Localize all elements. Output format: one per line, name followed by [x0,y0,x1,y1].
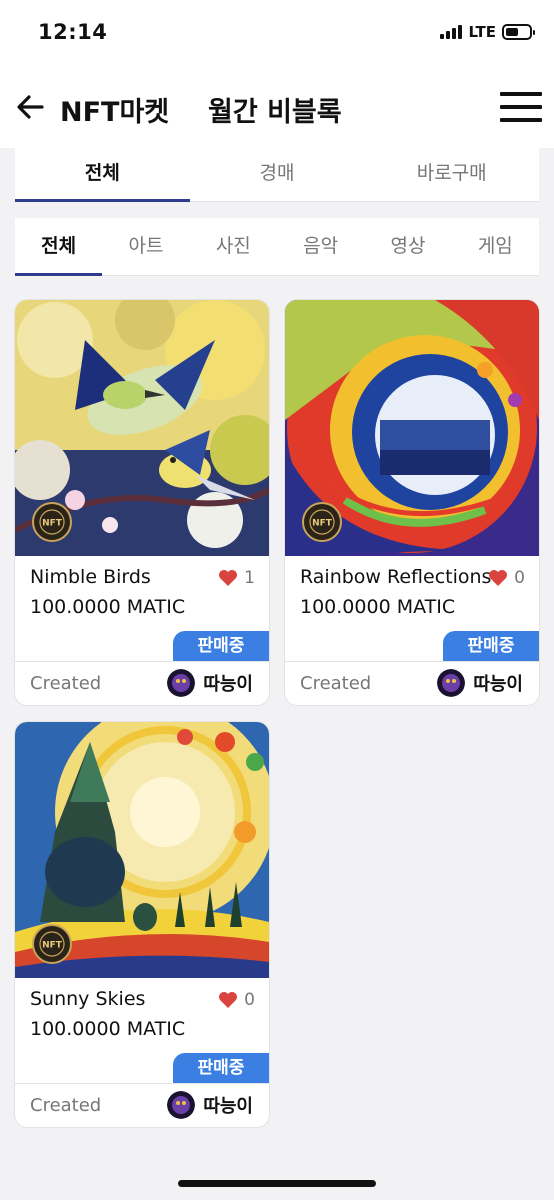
card-footer: Created 따능이 [15,1083,269,1127]
owner-info[interactable]: 따능이 [167,669,253,697]
nft-certified-badge-icon: NFT [302,502,342,542]
avatar[interactable] [167,1091,196,1119]
category-tabs: 전체 아트 사진 음악 영상 게임 [15,218,539,276]
heart-icon[interactable] [218,569,238,587]
heart-icon[interactable] [488,569,508,587]
nft-name: Nimble Birds [30,566,151,588]
nft-card[interactable]: NFT Nimble Birds 1 100.0000 MATIC 판매중 Cr… [15,300,269,705]
nft-price: 100.0000 MATIC [300,596,456,618]
tab-category-music[interactable]: 음악 [277,218,364,275]
nft-name: Rainbow Reflections [300,566,492,588]
created-label: Created [30,1095,102,1116]
svg-text:NFT: NFT [312,519,333,529]
back-arrow-icon[interactable] [14,90,48,124]
owner-info[interactable]: 따능이 [437,669,523,697]
tab-category-all[interactable]: 전체 [15,218,103,276]
svg-text:NFT: NFT [42,941,63,951]
page-title: NFT마켓 [60,97,170,128]
nft-price: 100.0000 MATIC [30,1018,186,1040]
like-counter[interactable]: 0 [488,568,525,588]
owner-name: 따능이 [203,674,253,695]
like-count: 0 [244,990,255,1010]
nft-certified-badge-icon: NFT [32,502,72,542]
tab-category-art[interactable]: 아트 [102,218,189,275]
status-badge: 판매중 [443,631,539,661]
card-footer: Created 따능이 [15,661,269,705]
nft-certified-badge-icon: NFT [32,924,72,964]
tab-all-sale[interactable]: 전체 [15,148,190,202]
created-label: Created [300,673,372,694]
status-bar: 12:14 LTE [0,0,554,68]
battery-icon [502,24,535,40]
status-badge: 판매중 [173,1053,269,1083]
sale-type-tabs: 전체 경매 바로구매 [15,148,539,202]
like-counter[interactable]: 0 [218,990,255,1010]
nft-artwork-image[interactable]: NFT [15,722,269,978]
nft-card[interactable]: NFT Rainbow Reflections 0 100.0000 MATIC… [285,300,539,705]
tab-buy-now[interactable]: 바로구매 [364,148,539,201]
nft-artwork-image[interactable]: NFT [285,300,539,556]
card-footer: Created 따능이 [285,661,539,705]
tab-category-video[interactable]: 영상 [364,218,451,275]
app-bar: NFT마켓 월간 비블록 [0,68,554,148]
avatar[interactable] [167,669,196,697]
hamburger-menu-icon[interactable] [500,92,542,122]
owner-name: 따능이 [473,674,523,695]
svg-text:NFT: NFT [42,519,63,529]
status-indicators: LTE [440,23,535,41]
created-label: Created [30,673,102,694]
tab-category-photo[interactable]: 사진 [190,218,277,275]
page-subtitle: 월간 비블록 [208,97,342,128]
battery-fill [506,28,519,36]
heart-icon[interactable] [218,991,238,1009]
tab-category-game[interactable]: 게임 [452,218,539,275]
signal-icon [440,25,463,39]
status-time: 12:14 [38,20,108,44]
like-count: 1 [244,568,255,588]
avatar[interactable] [437,669,466,697]
tab-auction[interactable]: 경매 [190,148,365,201]
like-counter[interactable]: 1 [218,568,255,588]
nft-price: 100.0000 MATIC [30,596,186,618]
home-indicator[interactable] [178,1180,376,1187]
like-count: 0 [514,568,525,588]
nft-name: Sunny Skies [30,988,146,1010]
status-badge: 판매중 [173,631,269,661]
nft-card[interactable]: NFT Sunny Skies 0 100.0000 MATIC 판매중 Cre… [15,722,269,1127]
nft-artwork-image[interactable]: NFT [15,300,269,556]
network-label: LTE [468,23,496,41]
owner-name: 따능이 [203,1096,253,1117]
owner-info[interactable]: 따능이 [167,1091,253,1119]
